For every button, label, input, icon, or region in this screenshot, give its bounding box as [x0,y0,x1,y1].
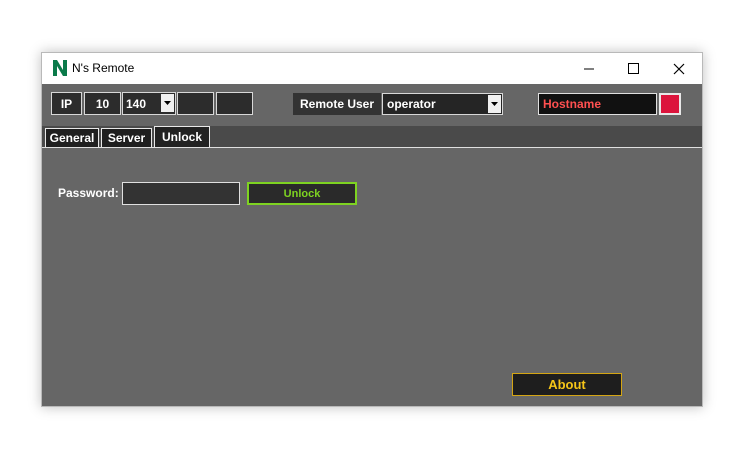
window-title: N's Remote [72,61,135,75]
app-logo-icon [53,60,67,76]
minimize-button[interactable] [566,53,612,84]
maximize-button[interactable] [610,53,656,84]
chevron-down-icon [161,94,174,112]
tab-unlock[interactable]: Unlock [154,126,210,147]
hostname-field[interactable]: Hostname [538,93,657,115]
tab-strip: General Server Unlock [42,126,702,148]
title-bar[interactable]: N's Remote [42,53,702,84]
ip-octet-3[interactable] [177,92,214,115]
ip-octet-4[interactable] [216,92,253,115]
minimize-icon [584,68,594,69]
unlock-button[interactable]: Unlock [247,182,357,205]
close-button[interactable] [656,53,702,84]
remote-user-dropdown[interactable]: operator [382,93,503,115]
ip-octet-2-dropdown[interactable]: 140 [122,92,176,115]
tab-server[interactable]: Server [101,128,152,147]
close-icon [673,63,685,74]
ip-octet-1[interactable]: 10 [84,92,121,115]
chevron-down-icon [488,95,501,113]
tab-general[interactable]: General [45,128,99,147]
password-input[interactable] [122,182,240,205]
password-label: Password: [58,186,119,200]
status-indicator [659,93,681,115]
toolbar: IP 10 140 Remote User operator Hostname [42,84,702,126]
remote-user-label: Remote User [293,93,381,115]
about-button[interactable]: About [512,373,622,396]
maximize-icon [627,63,639,74]
app-window: N's Remote IP 10 140 Remote User operato… [41,52,703,407]
ip-label: IP [51,92,82,115]
